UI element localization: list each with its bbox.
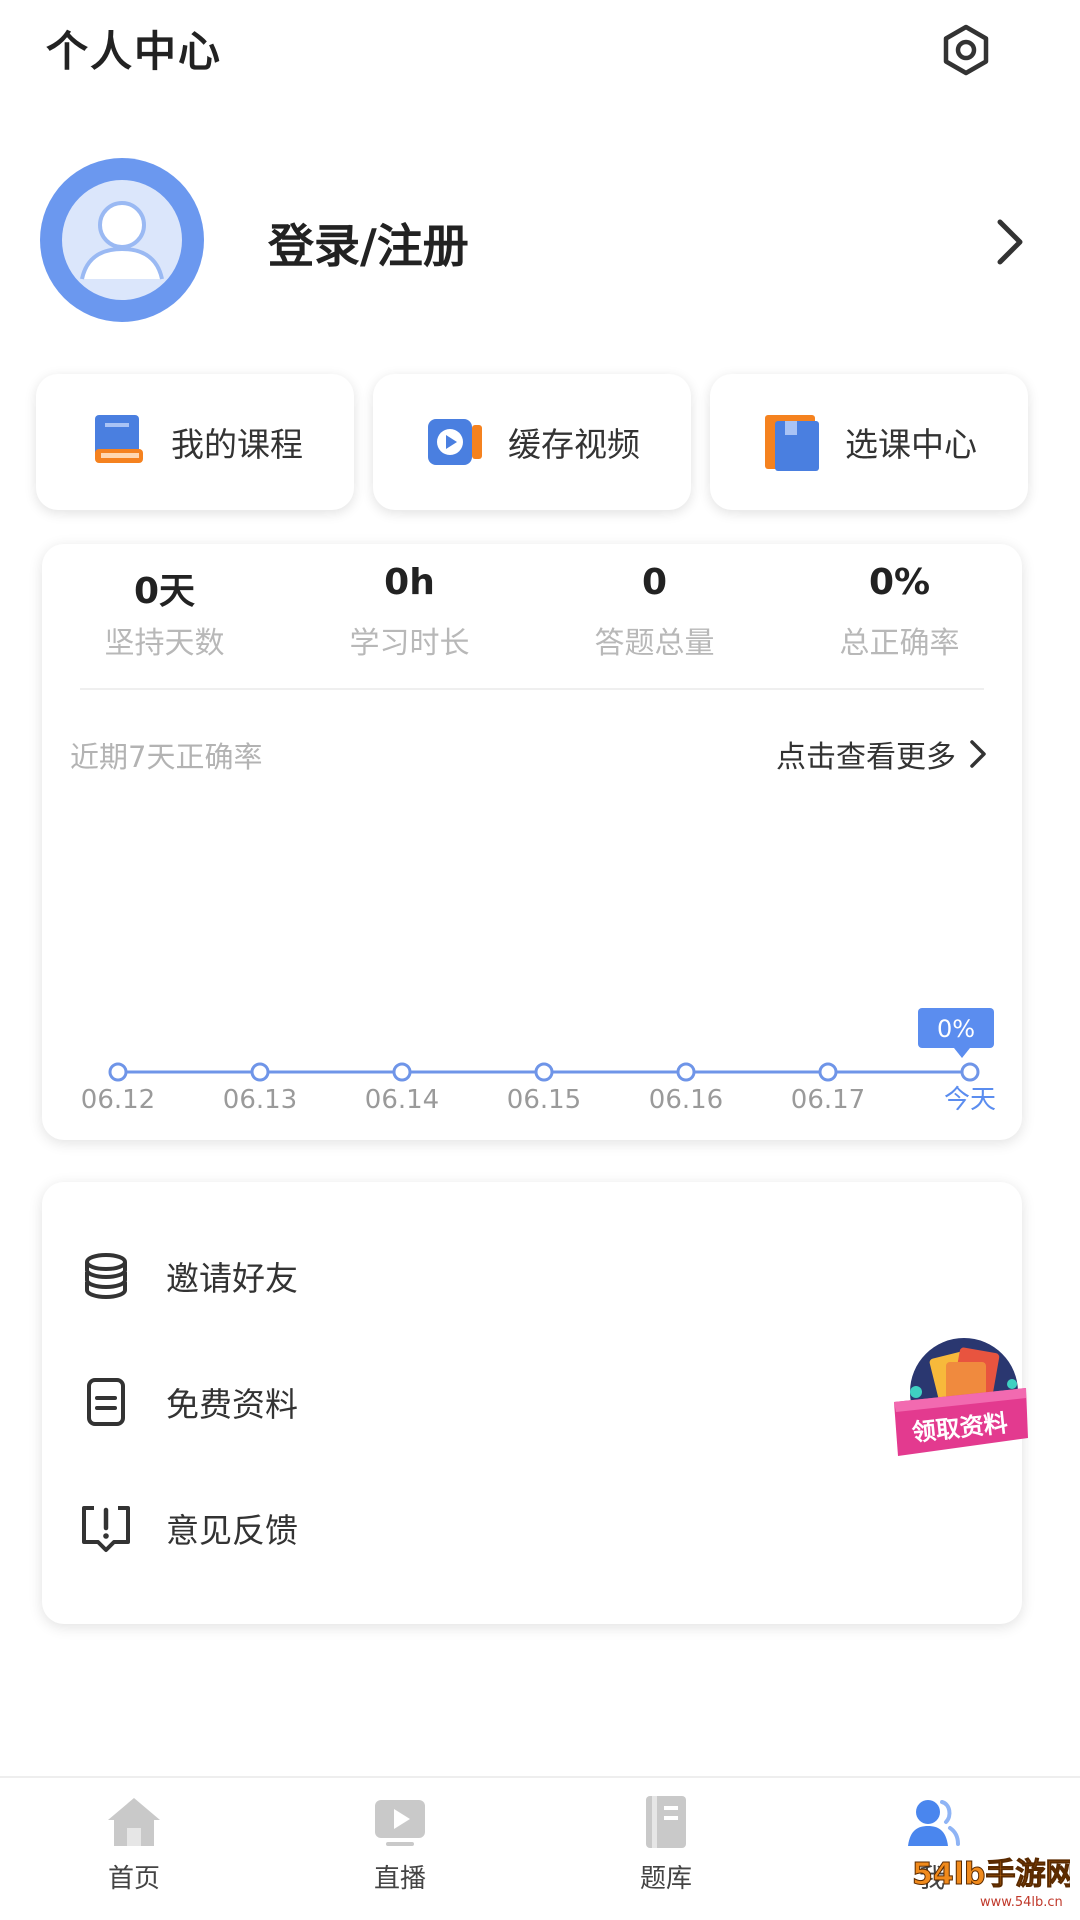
study-stats-card: 0天 坚持天数 0h 学习时长 0 答题总量 0% 总正确率 近期7天正确率 点… xyxy=(42,544,1022,1140)
chevron-right-icon xyxy=(997,219,1023,265)
menu-card: 邀请好友 免费资料 意见反馈 xyxy=(42,1182,1022,1624)
tab-label: 直播 xyxy=(373,1864,426,1894)
x-tick-label: 06.13 xyxy=(223,1085,297,1115)
watermark-text: 54lb手游网 xyxy=(912,1857,1070,1892)
x-tick-label: 06.12 xyxy=(81,1085,155,1115)
highlight-tooltip: 0% xyxy=(918,1008,994,1058)
data-point xyxy=(534,1062,554,1082)
settings-gear-icon xyxy=(943,24,989,76)
data-label: 0% xyxy=(937,1015,975,1043)
my-courses-button[interactable]: 我的课程 xyxy=(36,374,354,510)
gift-materials-icon: 领取资料 xyxy=(894,1338,1028,1456)
data-point xyxy=(108,1062,128,1082)
x-tick-label: 06.14 xyxy=(365,1085,439,1115)
login-register-label[interactable]: 登录/注册 xyxy=(268,210,469,276)
quick-actions: 我的课程 缓存视频 选课中心 xyxy=(36,374,1036,510)
course-center-button[interactable]: 选课中心 xyxy=(710,374,1028,510)
watermark-subtext: www.54lb.cn xyxy=(980,1895,1063,1910)
accuracy-line-chart: 06.12 06.13 06.14 06.15 06.16 06.17 今天 0% xyxy=(81,1008,996,1115)
menu-label: 意见反馈 xyxy=(166,1511,298,1550)
x-tick-label: 06.17 xyxy=(791,1085,865,1115)
tab-label: 首页 xyxy=(107,1864,160,1894)
data-point xyxy=(250,1062,270,1082)
feedback-icon xyxy=(82,1506,130,1552)
coins-stack-icon xyxy=(85,1253,127,1300)
question-bank-icon xyxy=(646,1796,686,1848)
x-tick-label: 今天 xyxy=(944,1085,996,1115)
x-tick-label: 06.15 xyxy=(507,1085,581,1115)
get-materials-promo-badge[interactable]: 领取资料 xyxy=(886,1332,1036,1482)
menu-item-invite-friends[interactable]: 邀请好友 xyxy=(42,1226,1022,1326)
tab-question-bank[interactable]: 题库 xyxy=(586,1792,746,1895)
login-register-row[interactable]: 登录/注册 xyxy=(0,158,1080,328)
course-select-icon xyxy=(765,415,819,471)
course-book-icon xyxy=(95,415,143,463)
top-header: 个人中心 xyxy=(0,0,1080,100)
cached-videos-label: 缓存视频 xyxy=(508,425,640,464)
data-point xyxy=(818,1062,838,1082)
my-courses-label: 我的课程 xyxy=(171,425,303,464)
settings-button[interactable] xyxy=(936,20,996,80)
site-watermark: 54lb手游网 www.54lb.cn xyxy=(910,1836,1077,1916)
x-tick-label: 06.16 xyxy=(649,1085,723,1115)
cached-videos-button[interactable]: 缓存视频 xyxy=(373,374,691,510)
home-icon xyxy=(108,1798,160,1846)
avatar[interactable] xyxy=(40,158,204,322)
default-avatar-icon xyxy=(62,180,182,300)
course-center-label: 选课中心 xyxy=(845,425,977,464)
tab-home[interactable]: 首页 xyxy=(54,1792,214,1895)
menu-item-feedback[interactable]: 意见反馈 xyxy=(42,1478,1022,1578)
live-play-icon xyxy=(375,1800,425,1846)
watermark-logo-icon: 54lb手游网 www.54lb.cn xyxy=(912,1857,1077,1911)
data-point xyxy=(392,1062,412,1082)
tab-label: 题库 xyxy=(639,1864,692,1894)
menu-item-free-materials[interactable]: 免费资料 xyxy=(42,1352,1022,1452)
document-icon xyxy=(87,1378,125,1426)
page-title: 个人中心 xyxy=(46,27,223,76)
video-cache-icon xyxy=(428,419,482,465)
data-point xyxy=(960,1062,980,1082)
tab-live[interactable]: 直播 xyxy=(320,1792,480,1895)
data-point xyxy=(676,1062,696,1082)
menu-label: 免费资料 xyxy=(166,1385,298,1424)
menu-label: 邀请好友 xyxy=(166,1259,298,1298)
